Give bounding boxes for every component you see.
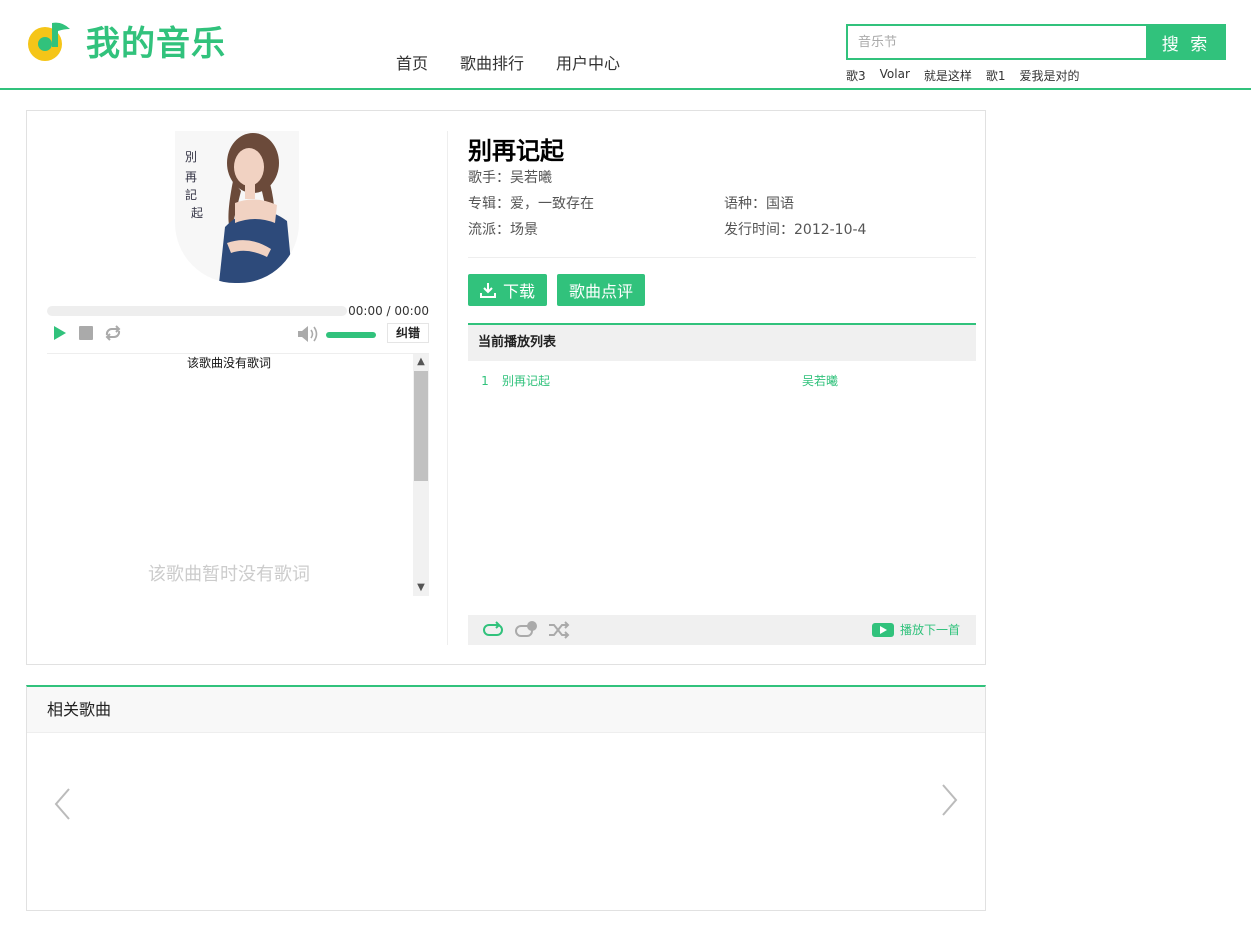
loop-one-icon[interactable] [514, 621, 538, 639]
column-divider [447, 131, 448, 645]
song-detail-panel: 別 再 記 起 00:00 / 00:00 纠错 该歌曲没有歌词 该歌曲暂时没有… [26, 110, 986, 665]
cover-char: 再 [185, 170, 197, 184]
hot-search-item[interactable]: 爱我是对的 [1020, 67, 1080, 84]
playlist-artist[interactable]: 吴若曦 [802, 361, 838, 401]
language: 语种：国语 [724, 196, 794, 212]
report-error-button[interactable]: 纠错 [387, 323, 429, 343]
lyric-panel: 该歌曲没有歌词 该歌曲暂时没有歌词 ▲ ▼ [47, 353, 429, 596]
playlist-index: 1 [481, 374, 489, 388]
genre: 流派：场景 [468, 222, 538, 238]
scroll-up-icon[interactable]: ▲ [413, 354, 429, 370]
lyric-empty-text: 该歌曲暂时没有歌词 [148, 564, 310, 585]
search-box: 搜 索 [846, 24, 1226, 60]
song-info-column: 别再记起 歌手：吴若曦 专辑：爱，一致存在 语种：国语 流派：场景 发行时间：2… [468, 131, 976, 645]
download-icon [480, 283, 496, 298]
logo[interactable]: 我的音乐 [26, 16, 226, 65]
cover-char: 記 [185, 187, 197, 202]
logo-text: 我的音乐 [86, 24, 226, 64]
singer: 歌手：吴若曦 [468, 170, 552, 186]
playlist-header: 当前播放列表 [468, 325, 976, 361]
volume-icon[interactable] [297, 325, 319, 343]
nav-home[interactable]: 首页 [396, 50, 428, 74]
hot-search-item[interactable]: 就是这样 [924, 67, 972, 84]
prev-arrow-icon[interactable] [53, 787, 71, 821]
progress-bar[interactable] [47, 306, 347, 316]
album: 专辑：爱，一致存在 [468, 196, 594, 212]
playlist-song-name[interactable]: 别再记起 [502, 361, 802, 401]
progress-row: 00:00 / 00:00 [47, 304, 429, 318]
nav-user-center[interactable]: 用户中心 [556, 50, 620, 74]
next-arrow-icon[interactable] [941, 783, 959, 817]
download-button[interactable]: 下载 [468, 274, 548, 306]
volume-slider[interactable] [326, 332, 376, 338]
playlist-footer: 播放下一首 [468, 615, 976, 645]
repeat-icon[interactable] [103, 325, 123, 341]
hot-search-item[interactable]: 歌3 [846, 67, 866, 84]
play-next-button[interactable]: 播放下一首 [871, 615, 960, 645]
related-songs: 相关歌曲 [26, 685, 986, 911]
player-controls: 纠错 [47, 323, 429, 345]
album-cover: 別 再 記 起 [175, 131, 299, 283]
stop-icon[interactable] [79, 326, 93, 340]
playlist: 当前播放列表 1 别再记起 吴若曦 播放下一首 [468, 323, 976, 645]
play-next-icon [871, 623, 894, 637]
music-note-logo-icon [28, 22, 70, 61]
hot-searches: 歌3 Volar 就是这样 歌1 爱我是对的 [846, 67, 1094, 84]
loop-all-icon[interactable] [482, 621, 504, 639]
main-nav: 首页 歌曲排行 用户中心 [396, 50, 652, 74]
search-input[interactable] [846, 24, 1146, 60]
hot-search-item[interactable]: Volar [880, 67, 910, 84]
action-buttons: 下载 歌曲点评 [468, 274, 976, 306]
playlist-row[interactable]: 1 别再记起 吴若曦 [468, 361, 976, 401]
time-display: 00:00 / 00:00 [348, 304, 429, 318]
related-title: 相关歌曲 [27, 687, 985, 733]
scroll-down-icon[interactable]: ▼ [413, 580, 429, 596]
site-header: 我的音乐 首页 歌曲排行 用户中心 搜 索 歌3 Volar 就是这样 歌1 爱… [0, 0, 1251, 90]
lyric-notice: 该歌曲没有歌词 [186, 356, 271, 370]
search-button[interactable]: 搜 索 [1146, 24, 1226, 60]
shuffle-icon[interactable] [548, 621, 570, 639]
comment-button[interactable]: 歌曲点评 [557, 274, 646, 306]
nav-ranking[interactable]: 歌曲排行 [460, 50, 524, 74]
divider [468, 257, 976, 258]
release-date: 发行时间：2012-10-4 [724, 222, 867, 238]
download-label: 下载 [503, 282, 536, 301]
cover-char: 別 [185, 150, 197, 164]
cover-char: 起 [191, 206, 203, 220]
song-meta: 歌手：吴若曦 专辑：爱，一致存在 语种：国语 流派：场景 发行时间：2012-1… [468, 165, 976, 243]
lyric-scrollbar[interactable]: ▲ ▼ [413, 354, 429, 596]
album-cover-image: 別 再 記 起 [175, 131, 299, 283]
hot-search-item[interactable]: 歌1 [986, 67, 1006, 84]
play-icon[interactable] [53, 325, 67, 341]
play-next-label: 播放下一首 [899, 623, 960, 637]
scroll-thumb[interactable] [414, 371, 428, 481]
song-title: 别再记起 [468, 137, 564, 165]
